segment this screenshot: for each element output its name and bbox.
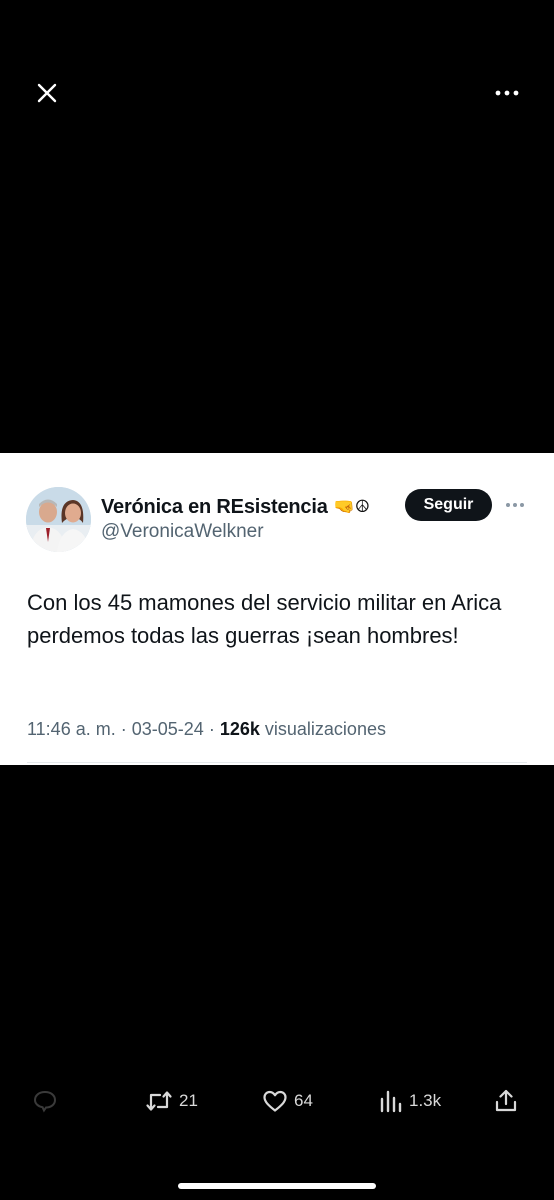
reply-icon bbox=[33, 1090, 57, 1113]
avatar[interactable] bbox=[26, 487, 91, 552]
close-icon bbox=[37, 83, 57, 103]
retweet-count: 21 bbox=[179, 1091, 198, 1110]
like-count: 64 bbox=[294, 1091, 313, 1110]
views-count[interactable]: 126k bbox=[220, 719, 260, 739]
author-name-row: Verónica en REsistencia 🤜☮ bbox=[101, 493, 370, 521]
reply-button[interactable] bbox=[32, 1080, 58, 1122]
heart-icon bbox=[263, 1090, 287, 1112]
retweet-button[interactable]: 21 bbox=[145, 1080, 198, 1122]
action-bar: 21 64 1.3k bbox=[0, 1080, 554, 1122]
tweet-time[interactable]: 11:46 a. m. bbox=[27, 719, 116, 739]
views-label: visualizaciones bbox=[264, 719, 386, 739]
close-button[interactable] bbox=[27, 73, 67, 113]
author-handle[interactable]: @VeronicaWelkner bbox=[101, 521, 264, 543]
share-button[interactable] bbox=[493, 1080, 519, 1122]
tweet-text: Con los 45 mamones del servicio militar … bbox=[27, 590, 502, 648]
views-bar-chart-icon bbox=[380, 1090, 402, 1113]
tweet-more-button[interactable] bbox=[502, 495, 528, 515]
more-options-button[interactable] bbox=[487, 73, 527, 113]
meta-separator: · bbox=[120, 719, 127, 739]
views-button[interactable]: 1.3k bbox=[379, 1080, 441, 1122]
more-horizontal-icon bbox=[506, 503, 524, 507]
name-emojis: 🤜☮ bbox=[333, 497, 371, 517]
follow-button[interactable]: Seguir bbox=[405, 489, 492, 521]
retweet-icon bbox=[146, 1091, 172, 1111]
meta-separator: · bbox=[208, 719, 215, 739]
more-horizontal-icon bbox=[495, 90, 519, 96]
display-name[interactable]: Verónica en REsistencia bbox=[101, 496, 328, 519]
home-indicator[interactable] bbox=[178, 1183, 376, 1189]
avatar-photo bbox=[26, 487, 91, 552]
views-action-count: 1.3k bbox=[409, 1091, 442, 1110]
share-icon bbox=[495, 1089, 517, 1112]
divider bbox=[27, 762, 527, 763]
like-button[interactable]: 64 bbox=[262, 1080, 313, 1122]
tweet-date[interactable]: 03-05-24 bbox=[132, 719, 204, 739]
tweet-meta: 11:46 a. m. · 03-05-24 · 126k visualizac… bbox=[27, 719, 386, 740]
